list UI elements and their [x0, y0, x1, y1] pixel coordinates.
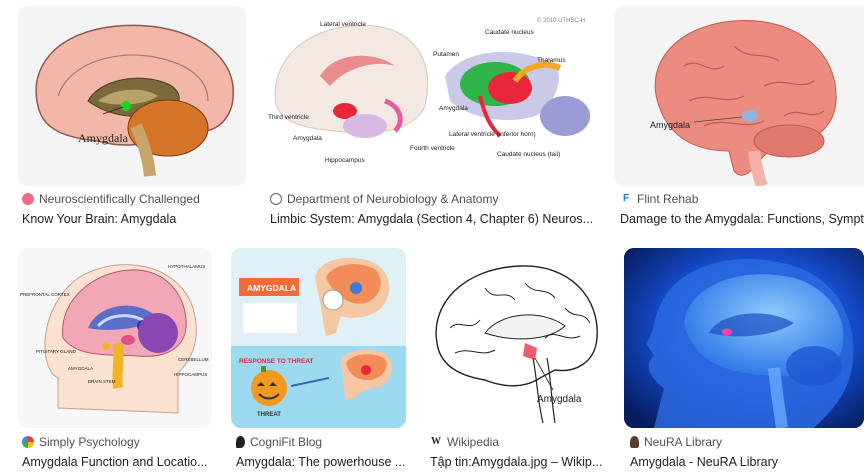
- cognifit-infographic: AMYGDALA RESPONSE TO THREAT THREAT: [231, 248, 406, 428]
- result-source[interactable]: CogniFit Blog: [236, 435, 406, 449]
- result-title[interactable]: Damage to the Amygdala: Functions, Sympt…: [620, 212, 864, 226]
- result-thumbnail[interactable]: Lateral ventricle Third ventricle Amygda…: [265, 6, 595, 186]
- result-thumbnail[interactable]: Amygdala: [18, 6, 246, 186]
- wikipedia-w-icon: W: [431, 436, 441, 447]
- blue-head-xray-image: [624, 248, 864, 428]
- amygdala-label: AMYGDALA: [68, 366, 93, 371]
- globe-icon: [270, 193, 282, 205]
- result-title[interactable]: Amygdala Function and Locatio...: [22, 455, 212, 469]
- result-thumbnail[interactable]: PREFRONTAL CORTEX HYPOTHALAMUS PITUITARY…: [18, 248, 212, 428]
- source-name: Flint Rehab: [637, 192, 699, 206]
- amygdala-label: Amygdala: [78, 131, 129, 145]
- result-source[interactable]: W Wikipedia: [430, 435, 605, 449]
- amygdala-label: Amygdala: [537, 394, 582, 405]
- head-brain-diagram: PREFRONTAL CORTEX HYPOTHALAMUS PITUITARY…: [18, 248, 212, 428]
- cerebellum-label: CEREBELLUM: [178, 357, 209, 362]
- result-source[interactable]: Department of Neurobiology & Anatomy: [270, 192, 595, 206]
- amygdala-banner-label: AMYGDALA: [247, 283, 296, 293]
- limbic-system-diagram: Lateral ventricle Third ventricle Amygda…: [265, 6, 595, 186]
- result-thumbnail[interactable]: AMYGDALA RESPONSE TO THREAT THREAT: [231, 248, 406, 428]
- hypothalamus-label: HYPOTHALAMUS: [168, 264, 205, 269]
- hippocampus-label: HIPPOCAMPUS: [174, 372, 207, 377]
- result-title[interactable]: Amygdala - NeuRA Library: [630, 455, 864, 469]
- source-name: NeuRA Library: [644, 435, 723, 449]
- source-name: Neuroscientifically Challenged: [39, 192, 200, 206]
- thalamus-label: Thalamus: [537, 57, 566, 64]
- caudate-nucleus-label: Caudate nucleus: [485, 29, 535, 36]
- result-title[interactable]: Amygdala: The powerhouse ...: [236, 455, 406, 469]
- hippocampus-label: Hippocampus: [325, 157, 365, 164]
- simply-psychology-icon: [22, 436, 34, 448]
- flint-f-icon: F: [622, 193, 630, 204]
- amygdala-label: Amygdala: [293, 135, 322, 142]
- response-to-threat-label: RESPONSE TO THREAT: [239, 358, 314, 365]
- cognifit-icon: [236, 436, 245, 448]
- result-source[interactable]: NeuRA Library: [630, 435, 864, 449]
- copyright-label: © 2010 UTHSC-H: [537, 17, 585, 24]
- putamen-label: Putamen: [433, 51, 459, 58]
- result-title[interactable]: Tập tin:Amygdala.jpg – Wikip...: [430, 455, 605, 469]
- result-source[interactable]: F Flint Rehab: [620, 192, 864, 206]
- caudate-tail-label: Caudate nucleus (tail): [497, 151, 560, 158]
- brain-lateral-diagram: Amygdala: [614, 6, 864, 186]
- result-source[interactable]: Simply Psychology: [22, 435, 212, 449]
- result-thumbnail[interactable]: Amygdala: [614, 6, 864, 186]
- brain-stem-label: BRAIN STEM: [88, 379, 116, 384]
- prefrontal-cortex-label: PREFRONTAL CORTEX: [20, 292, 70, 297]
- amygdala-label-right: Amygdala: [439, 105, 468, 112]
- pituitary-gland-label: PITUITARY GLAND: [36, 349, 77, 354]
- threat-label: THREAT: [257, 412, 281, 418]
- brain-sagittal-diagram: Amygdala: [18, 6, 246, 186]
- brain-sketch-diagram: Amygdala: [425, 248, 605, 428]
- source-name: CogniFit Blog: [250, 435, 323, 449]
- result-source[interactable]: Neuroscientifically Challenged: [22, 192, 246, 206]
- amygdala-label: Amygdala: [650, 120, 690, 130]
- result-title[interactable]: Limbic System: Amygdala (Section 4, Chap…: [270, 212, 595, 226]
- lateral-ventricle-label: Lateral ventricle: [320, 21, 366, 28]
- source-name: Simply Psychology: [39, 435, 140, 449]
- source-name: Wikipedia: [447, 435, 500, 449]
- neura-icon: [630, 436, 639, 448]
- lateral-ventricle-inferior-label: Lateral ventricle (inferior horn): [449, 131, 536, 138]
- third-ventricle-label: Third ventricle: [268, 114, 309, 121]
- result-title[interactable]: Know Your Brain: Amygdala: [22, 212, 246, 226]
- brain-favicon-icon: [22, 193, 34, 205]
- result-thumbnail[interactable]: Amygdala: [425, 248, 605, 428]
- source-name: Department of Neurobiology & Anatomy: [287, 192, 499, 206]
- fourth-ventricle-label: Fourth ventricle: [410, 145, 455, 152]
- result-thumbnail[interactable]: [624, 248, 864, 428]
